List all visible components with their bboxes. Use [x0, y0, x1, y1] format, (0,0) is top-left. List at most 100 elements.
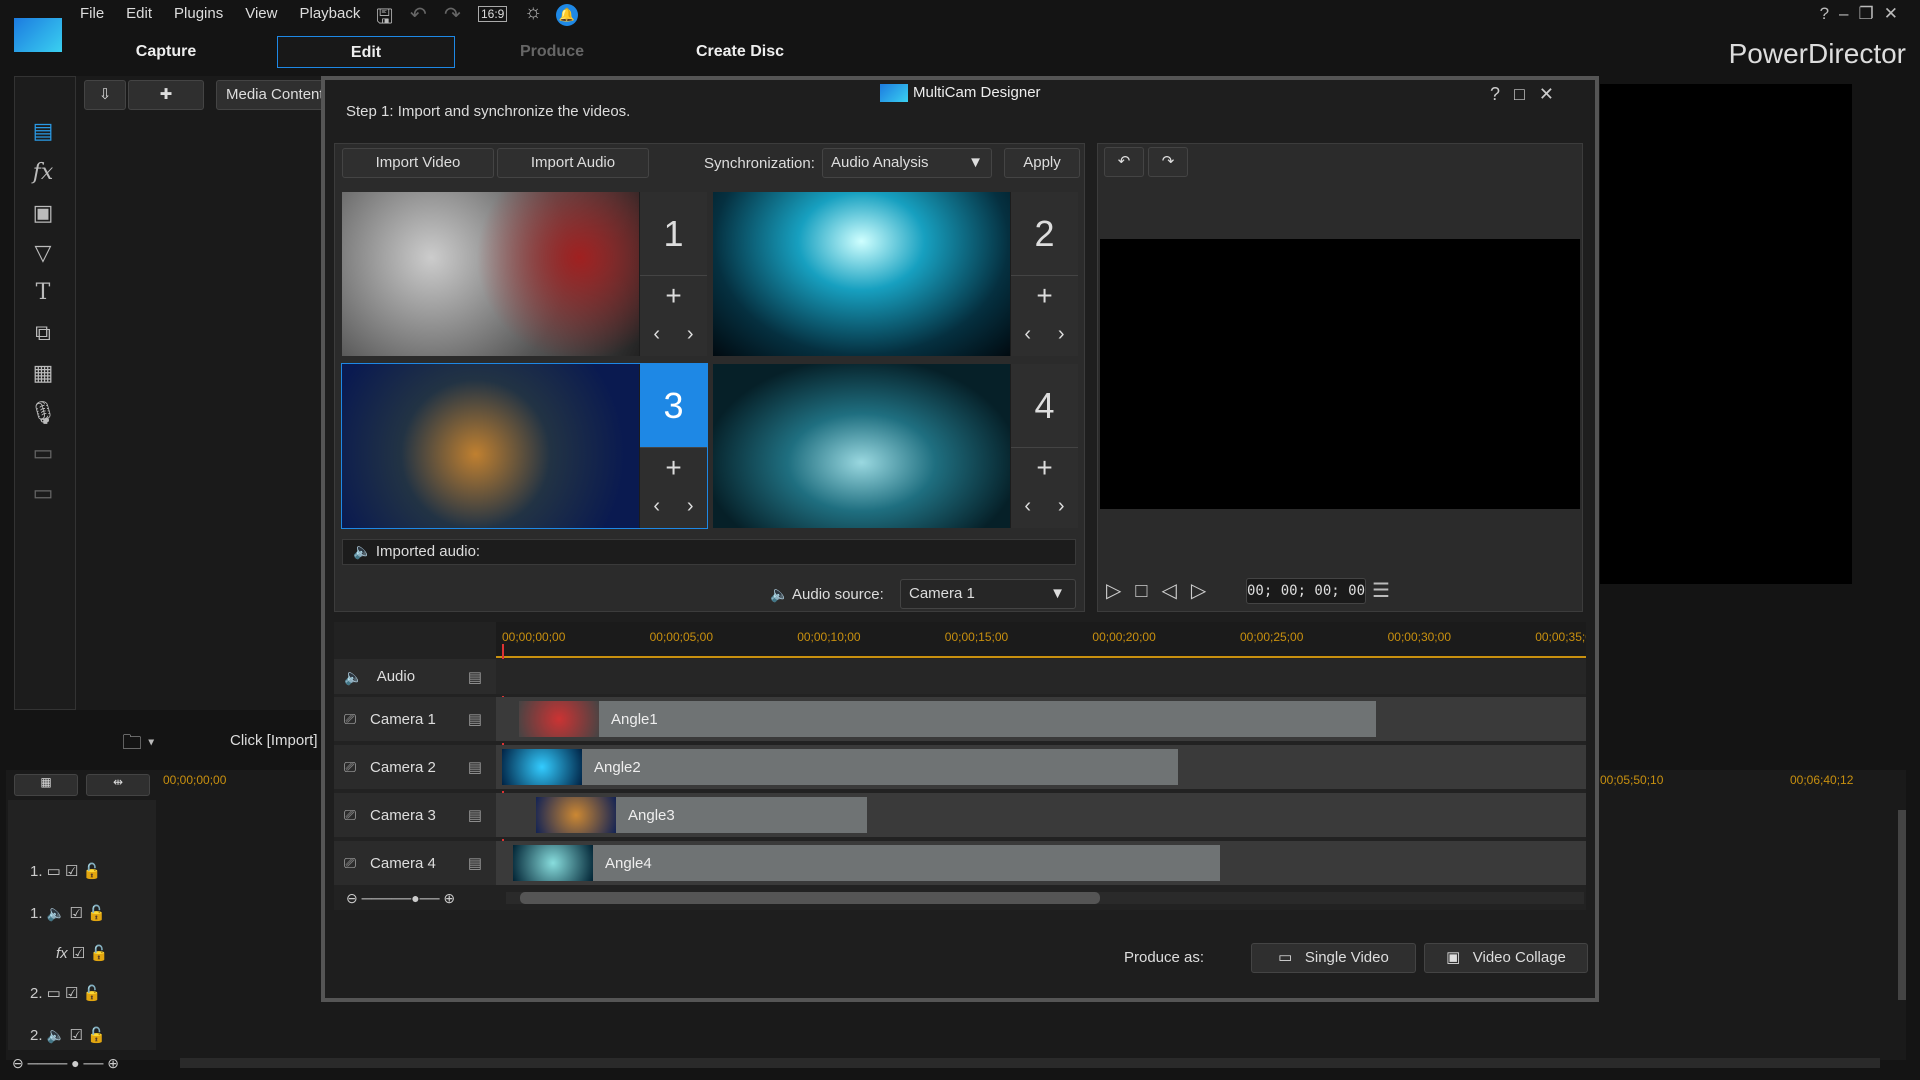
add-icon[interactable]: + [640, 276, 707, 316]
audio-source-dropdown[interactable]: Camera 1 ▼ [900, 579, 1076, 609]
menu-file[interactable]: File [80, 5, 104, 22]
camera-number: 2 [1011, 192, 1078, 276]
audio-mixing-icon[interactable]: ▦ [28, 360, 58, 386]
track-manager-button[interactable]: ▦ [14, 774, 78, 796]
timecode-display[interactable]: 00; 00; 00; 00 [1246, 578, 1366, 604]
add-icon[interactable]: + [1011, 276, 1078, 316]
transition-room-icon[interactable]: ⧉ [28, 320, 58, 346]
clip-list-icon[interactable]: ▤ [468, 710, 482, 728]
clip-list-icon[interactable]: ▤ [468, 806, 482, 824]
media-room-icon[interactable]: ▤ [28, 118, 58, 144]
clip-thumbnail [502, 749, 582, 785]
voiceover-icon[interactable]: 🎙 [28, 400, 58, 426]
prev-icon[interactable]: ‹ [1024, 488, 1031, 524]
sync-dropdown[interactable]: Audio Analysis ▼ [822, 148, 992, 178]
import-audio-button[interactable]: Import Audio [497, 148, 649, 178]
prev-frame-icon[interactable]: ◁ [1161, 580, 1190, 602]
vertical-scrollbar[interactable] [1898, 810, 1906, 1000]
next-frame-icon[interactable]: ▷ [1191, 580, 1220, 602]
tab-create-disc[interactable]: Create Disc [670, 36, 810, 68]
subtitle-room-icon[interactable]: ▭ [28, 480, 58, 506]
menu-plugins[interactable]: Plugins [174, 5, 223, 22]
video-clip[interactable]: Angle2 [502, 749, 1178, 785]
track-2-audio: 2. 🔈 ☑ 🔓 [30, 1027, 106, 1044]
undo-icon[interactable]: ↶ [410, 2, 427, 27]
clip-list-icon[interactable]: ▤ [468, 668, 482, 686]
fit-timeline-button[interactable]: ⇹ [86, 774, 150, 796]
camera-3-thumbnail [342, 364, 639, 528]
redo-icon[interactable]: ↷ [444, 2, 461, 27]
stop-icon[interactable]: □ [1135, 580, 1161, 602]
camera-number: 4 [1011, 364, 1078, 448]
title-room-icon[interactable]: T [28, 280, 58, 305]
folder-icon[interactable]: 🗀 ▾ [122, 728, 155, 762]
dialog-window-controls[interactable]: ?□✕ [1490, 84, 1568, 105]
camera-cell-4[interactable]: 4 + ‹ › [713, 364, 1078, 528]
imported-audio-field: 🔈 Imported audio: [342, 539, 1076, 565]
tab-edit[interactable]: Edit [277, 36, 455, 68]
speaker-icon: 🔈 [353, 543, 376, 560]
video-clip[interactable]: Angle3 [536, 797, 867, 833]
audio-source-label: 🔈 Audio source: [770, 586, 884, 603]
rotate-left-button[interactable]: ↶ [1104, 147, 1144, 177]
menu-bar: File Edit Plugins View Playback [80, 5, 382, 22]
video-clip[interactable]: Angle1 [519, 701, 1376, 737]
camera-4-thumbnail [713, 364, 1010, 528]
speaker-icon: 🔈 [770, 586, 793, 603]
plugins-button[interactable]: ✚ [128, 80, 204, 110]
menu-edit[interactable]: Edit [126, 5, 152, 22]
main-scrollbar[interactable] [180, 1058, 1880, 1068]
particle-room-icon[interactable]: ▽ [28, 240, 58, 266]
clip-list-icon[interactable]: ▤ [468, 854, 482, 872]
track-row: ⎚ Camera 3 ▤ Angle3 [334, 793, 1586, 839]
next-icon[interactable]: › [1058, 488, 1065, 524]
tab-capture[interactable]: Capture [96, 36, 236, 68]
video-collage-icon: ▣ [1446, 949, 1465, 966]
zoom-slider[interactable]: ⊖ ──── ● ── ⊕ [12, 1055, 152, 1071]
next-icon[interactable]: › [687, 316, 694, 352]
aspect-ratio-select[interactable]: 16:9 [478, 6, 508, 22]
track-label: ⎚ Camera 4 ▤ [334, 841, 496, 885]
fx-room-icon[interactable]: fx [28, 160, 58, 185]
settings-icon[interactable]: ☼ [524, 1, 542, 24]
camera-cell-1[interactable]: 1 + ‹ › [342, 192, 707, 356]
track-label: ⎚ Camera 1 ▤ [334, 697, 496, 741]
camera-1-thumbnail [342, 192, 639, 356]
timeline-scrollbar[interactable] [506, 892, 1584, 904]
chevron-down-icon: ▼ [968, 154, 983, 171]
menu-playback[interactable]: Playback [299, 5, 360, 22]
import-video-button[interactable]: Import Video [342, 148, 494, 178]
window-controls[interactable]: ?–❐✕ [1820, 4, 1908, 24]
single-video-button[interactable]: ▭ Single Video [1251, 943, 1416, 973]
add-icon[interactable]: + [1011, 448, 1078, 488]
media-content-dropdown[interactable]: Media Content [216, 80, 326, 110]
notification-bell-icon[interactable]: 🔔 [556, 4, 578, 26]
clip-list-icon[interactable]: ▤ [468, 758, 482, 776]
prev-icon[interactable]: ‹ [653, 488, 660, 524]
menu-view[interactable]: View [245, 5, 277, 22]
pip-room-icon[interactable]: ▣ [28, 200, 58, 226]
import-media-button[interactable]: ⇩ [84, 80, 126, 110]
next-icon[interactable]: › [1058, 316, 1065, 352]
scrollbar-thumb[interactable] [520, 892, 1100, 904]
play-icon[interactable]: ▷ [1106, 580, 1135, 602]
rotate-right-button[interactable]: ↷ [1148, 147, 1188, 177]
chapter-room-icon[interactable]: ▭ [28, 440, 58, 466]
video-clip[interactable]: Angle4 [513, 845, 1220, 881]
add-icon[interactable]: + [640, 448, 707, 488]
prev-icon[interactable]: ‹ [1024, 316, 1031, 352]
single-video-icon: ▭ [1278, 949, 1297, 966]
camera-cell-3[interactable]: 3 + ‹ › [341, 363, 708, 529]
track-headers [8, 800, 156, 1050]
camera-cell-2[interactable]: 2 + ‹ › [713, 192, 1078, 356]
save-icon[interactable]: 🖫 [376, 2, 393, 36]
track-row: ⎚ Camera 2 ▤ Angle2 [334, 745, 1586, 791]
timeline-zoom-slider[interactable]: ⊖ ─────●── ⊕ [346, 890, 455, 907]
menu-list-icon[interactable]: ☰ [1372, 578, 1390, 603]
prev-icon[interactable]: ‹ [653, 316, 660, 352]
apply-button[interactable]: Apply [1004, 148, 1080, 178]
next-icon[interactable]: › [687, 488, 694, 524]
clip-thumbnail [519, 701, 599, 737]
video-collage-button[interactable]: ▣ Video Collage [1424, 943, 1588, 973]
tab-produce[interactable]: Produce [482, 36, 622, 68]
